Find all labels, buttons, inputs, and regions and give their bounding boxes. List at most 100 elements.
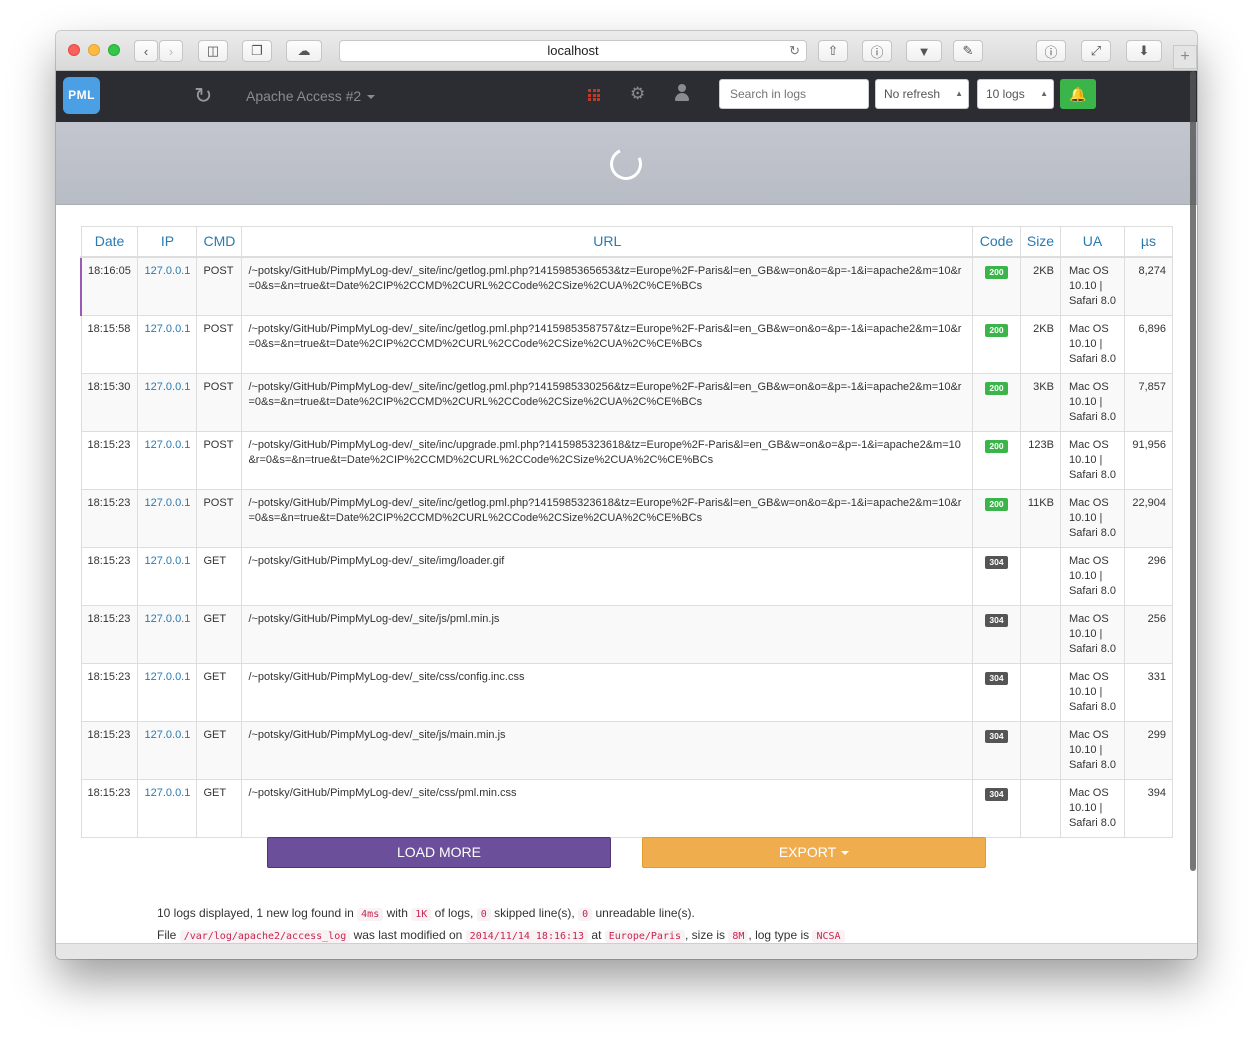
cell-size [1019, 546, 1061, 606]
footer-text: was last modified on [353, 928, 463, 942]
forward-button[interactable]: › [159, 40, 183, 62]
cell-ip[interactable]: 127.0.0.1 [137, 488, 198, 548]
cell-cmd: GET [196, 720, 243, 780]
chevron-right-icon: › [168, 43, 174, 59]
export-button[interactable]: EXPORT [642, 837, 986, 868]
cell-cmd: POST [196, 372, 243, 432]
cell-cmd: GET [196, 778, 243, 838]
cell-ip[interactable]: 127.0.0.1 [137, 662, 198, 722]
gear-icon[interactable]: ⚙ [630, 84, 645, 104]
cell-size [1019, 604, 1061, 664]
cell-url: /~potsky/GitHub/PimpMyLog-dev/_site/js/m… [241, 720, 974, 780]
table-row[interactable]: 18:16:05 127.0.0.1 POST /~potsky/GitHub/… [80, 256, 1174, 316]
col-header-ip[interactable]: IP [137, 226, 198, 258]
status-badge: 200 [985, 439, 1008, 453]
col-header-date[interactable]: Date [80, 226, 139, 258]
footer-text: , log type is [748, 928, 810, 942]
col-header-size[interactable]: Size [1019, 226, 1061, 258]
share-button[interactable]: ⇧ [818, 40, 848, 62]
table-row[interactable]: 18:15:23 127.0.0.1 POST /~potsky/GitHub/… [80, 488, 1174, 548]
col-header-url[interactable]: URL [241, 226, 974, 258]
info-button[interactable]: ⓘ [1036, 40, 1066, 62]
table-row[interactable]: 18:15:58 127.0.0.1 POST /~potsky/GitHub/… [80, 314, 1174, 374]
col-header-code[interactable]: Code [972, 226, 1021, 258]
col-header-us[interactable]: µs [1123, 226, 1174, 258]
pocket-button[interactable]: ▼ [906, 40, 942, 62]
address-bar[interactable]: localhost ↻ [339, 40, 807, 62]
fullscreen-button[interactable]: ⤢ [1081, 40, 1111, 62]
cell-size: 11KB [1019, 488, 1061, 548]
cell-ip[interactable]: 127.0.0.1 [137, 372, 198, 432]
search-input[interactable] [719, 79, 869, 109]
cell-ip[interactable]: 127.0.0.1 [137, 256, 198, 316]
extension-button-1[interactable]: ⓘ [862, 40, 892, 62]
cell-us: 331 [1123, 662, 1174, 722]
sidebar-icon: ◫ [206, 43, 220, 58]
cell-code: 304 [972, 720, 1021, 780]
cell-ip[interactable]: 127.0.0.1 [137, 314, 198, 374]
tabs-overview-button[interactable]: ❐ [242, 40, 272, 62]
icloud-tabs-button[interactable]: ☁ [286, 40, 322, 62]
log-selector[interactable]: Apache Access #2 [246, 88, 376, 104]
cell-ua: Mac OS 10.10 | Safari 8.0 [1059, 488, 1125, 548]
table-row[interactable]: 18:15:23 127.0.0.1 GET /~potsky/GitHub/P… [80, 720, 1174, 780]
table-row[interactable]: 18:15:23 127.0.0.1 GET /~potsky/GitHub/P… [80, 662, 1174, 722]
minimize-window-button[interactable] [88, 44, 100, 56]
cell-code: 304 [972, 778, 1021, 838]
footer-code-filesize: 8M [728, 930, 749, 943]
pml-logo[interactable]: PML [63, 77, 100, 114]
cell-code: 200 [972, 430, 1021, 490]
cell-date: 18:15:30 [80, 372, 139, 432]
cell-cmd: GET [196, 662, 243, 722]
footer-text: File [157, 928, 177, 942]
user-icon[interactable] [674, 84, 690, 102]
select-arrows-icon: ▲ [955, 89, 963, 98]
refresh-icon[interactable]: ↻ [194, 83, 212, 109]
table-row[interactable]: 18:15:23 127.0.0.1 GET /~potsky/GitHub/P… [80, 546, 1174, 606]
cell-ip[interactable]: 127.0.0.1 [137, 604, 198, 664]
footer-code-file: /var/log/apache2/access_log [179, 930, 351, 943]
evernote-button[interactable]: ✎ [953, 40, 983, 62]
cell-ip[interactable]: 127.0.0.1 [137, 430, 198, 490]
cell-ua: Mac OS 10.10 | Safari 8.0 [1059, 430, 1125, 490]
cell-cmd: GET [196, 604, 243, 664]
refresh-select[interactable]: No refresh ▲ [875, 79, 969, 109]
cell-us: 8,274 [1123, 256, 1174, 316]
cell-ip[interactable]: 127.0.0.1 [137, 720, 198, 780]
download-icon: ⬇ [1138, 43, 1150, 58]
table-row[interactable]: 18:15:30 127.0.0.1 POST /~potsky/GitHub/… [80, 372, 1174, 432]
cell-ip[interactable]: 127.0.0.1 [137, 546, 198, 606]
close-window-button[interactable] [68, 44, 80, 56]
downloads-button[interactable]: ⬇ [1126, 40, 1162, 62]
cell-code: 200 [972, 256, 1021, 316]
footer-text: 10 logs displayed, 1 new log found in [157, 906, 354, 920]
max-logs-select[interactable]: 10 logs ▲ [977, 79, 1054, 109]
load-more-button[interactable]: LOAD MORE [267, 837, 611, 868]
table-row[interactable]: 18:15:23 127.0.0.1 GET /~potsky/GitHub/P… [80, 604, 1174, 664]
table-row[interactable]: 18:15:23 127.0.0.1 POST /~potsky/GitHub/… [80, 430, 1174, 490]
apps-grid-icon[interactable] [588, 89, 600, 101]
notification-button[interactable]: 🔔 [1060, 79, 1096, 109]
footer-code-time: 4ms [357, 908, 384, 921]
col-header-ua[interactable]: UA [1059, 226, 1125, 258]
col-header-cmd[interactable]: CMD [196, 226, 243, 258]
table-row[interactable]: 18:15:23 127.0.0.1 GET /~potsky/GitHub/P… [80, 778, 1174, 838]
cell-ip[interactable]: 127.0.0.1 [137, 778, 198, 838]
cell-us: 296 [1123, 546, 1174, 606]
log-title: Apache Access #2 [246, 88, 362, 104]
status-badge: 304 [985, 555, 1008, 569]
log-table: Date IP CMD URL Code Size UA µs 18:16:05… [80, 226, 1174, 838]
page-scrollbar[interactable] [1188, 71, 1197, 959]
cell-url: /~potsky/GitHub/PimpMyLog-dev/_site/inc/… [241, 430, 974, 490]
reload-icon[interactable]: ↻ [789, 41, 800, 61]
new-tab-button[interactable]: + [1173, 45, 1197, 69]
footer-text: skipped line(s), [494, 906, 575, 920]
back-button[interactable]: ‹ [134, 40, 158, 62]
sidebar-toggle-button[interactable]: ◫ [198, 40, 228, 62]
scrollbar-thumb[interactable] [1190, 71, 1196, 871]
cell-url: /~potsky/GitHub/PimpMyLog-dev/_site/inc/… [241, 372, 974, 432]
cell-ua: Mac OS 10.10 | Safari 8.0 [1059, 662, 1125, 722]
cell-size: 123B [1019, 430, 1061, 490]
zoom-window-button[interactable] [108, 44, 120, 56]
cell-cmd: POST [196, 488, 243, 548]
